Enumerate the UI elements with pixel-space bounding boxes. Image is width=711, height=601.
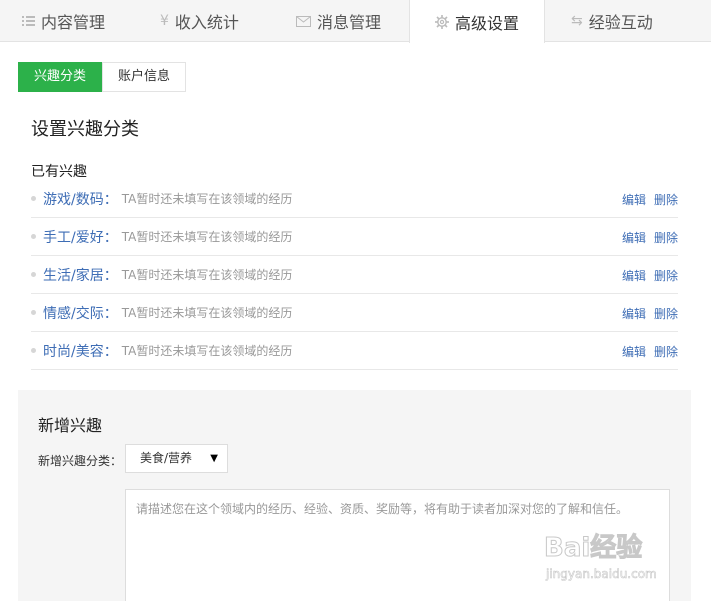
list-item: 时尚/美容： TA暂时还未填写在该领域的经历 编辑 删除 — [31, 332, 678, 370]
yen-icon: ¥ — [160, 13, 169, 29]
tab-message-management[interactable]: 消息管理 — [296, 0, 381, 42]
sub-tabs: 兴趣分类 账户信息 — [18, 62, 187, 92]
bullet-icon — [31, 348, 36, 353]
interest-description: TA暂时还未填写在该领域的经历 — [121, 306, 293, 320]
row-actions: 编辑 删除 — [614, 218, 678, 256]
list-item: 生活/家居： TA暂时还未填写在该领域的经历 编辑 删除 — [31, 256, 678, 294]
tab-experience-interaction[interactable]: ⇆ 经验互动 — [571, 0, 653, 42]
dropdown-arrow-icon: ▼ — [210, 453, 218, 464]
subtab-interest-category[interactable]: 兴趣分类 — [18, 62, 103, 92]
tab-label: 消息管理 — [317, 13, 382, 32]
tab-label: 高级设置 — [454, 13, 519, 33]
row-actions: 编辑 删除 — [614, 256, 678, 294]
row-actions: 编辑 删除 — [614, 332, 678, 370]
bullet-icon — [31, 196, 36, 201]
interest-list: 游戏/数码： TA暂时还未填写在该领域的经历 编辑 删除 手工/爱好： TA暂时… — [31, 180, 678, 370]
edit-link[interactable]: 编辑 — [622, 267, 646, 284]
edit-link[interactable]: 编辑 — [622, 343, 646, 360]
category-select[interactable]: 美食/营养 ▼ — [125, 444, 228, 473]
edit-link[interactable]: 编辑 — [622, 191, 646, 208]
tab-content-management[interactable]: 内容管理 — [22, 0, 105, 42]
subtab-account-info[interactable]: 账户信息 — [102, 62, 187, 92]
category-select-label: 新增兴趣分类： — [38, 454, 123, 468]
interest-description: TA暂时还未填写在该领域的经历 — [121, 268, 293, 282]
watermark-text: Bai经验 — [544, 532, 642, 563]
bullet-icon — [31, 310, 36, 315]
textarea-placeholder: 请描述您在这个领域内的经历、经验、资质、奖励等，将有助于读者加深对您的了解和信任… — [136, 502, 629, 516]
interest-description: TA暂时还未填写在该领域的经历 — [121, 344, 293, 358]
interest-category: 时尚/美容： — [43, 343, 118, 360]
bullet-icon — [31, 234, 36, 239]
delete-link[interactable]: 删除 — [654, 343, 678, 360]
delete-link[interactable]: 删除 — [654, 305, 678, 322]
bullet-icon — [31, 272, 36, 277]
interest-category: 生活/家居： — [43, 267, 118, 284]
delete-link[interactable]: 删除 — [654, 229, 678, 246]
selected-value: 美食/营养 — [140, 451, 193, 465]
list-item: 游戏/数码： TA暂时还未填写在该领域的经历 编辑 删除 — [31, 180, 678, 218]
page-title: 设置兴趣分类 — [31, 119, 139, 140]
list-item: 手工/爱好： TA暂时还未填写在该领域的经历 编辑 删除 — [31, 218, 678, 256]
top-tab-bar: 内容管理 ¥ 收入统计 消息管理 高级设置 ⇆ 经验互动 — [0, 0, 711, 43]
interest-description: TA暂时还未填写在该领域的经历 — [121, 192, 293, 206]
delete-link[interactable]: 删除 — [654, 191, 678, 208]
baidu-watermark: Bai经验 jingyan.baidu.com — [540, 526, 690, 586]
watermark-url: jingyan.baidu.com — [545, 567, 657, 581]
interest-description: TA暂时还未填写在该领域的经历 — [121, 230, 293, 244]
add-interest-heading: 新增兴趣 — [38, 416, 103, 435]
interest-category: 情感/交际： — [43, 305, 118, 322]
tab-label: 收入统计 — [174, 13, 239, 32]
tab-advanced-settings[interactable]: 高级设置 — [409, 0, 545, 43]
tab-label: 内容管理 — [41, 13, 106, 32]
edit-link[interactable]: 编辑 — [622, 305, 646, 322]
list-item: 情感/交际： TA暂时还未填写在该领域的经历 编辑 删除 — [31, 294, 678, 332]
row-actions: 编辑 删除 — [614, 180, 678, 218]
delete-link[interactable]: 删除 — [654, 267, 678, 284]
mail-icon — [296, 15, 311, 27]
gear-icon — [434, 14, 449, 29]
interest-category: 游戏/数码： — [43, 191, 118, 208]
tab-label: 经验互动 — [588, 13, 653, 32]
row-actions: 编辑 删除 — [614, 294, 678, 332]
list-icon — [22, 15, 35, 27]
swap-icon: ⇆ — [571, 13, 583, 29]
existing-interests-heading: 已有兴趣 — [31, 164, 87, 180]
edit-link[interactable]: 编辑 — [622, 229, 646, 246]
interest-category: 手工/爱好： — [43, 229, 118, 246]
tab-income-stats[interactable]: ¥ 收入统计 — [160, 0, 239, 42]
